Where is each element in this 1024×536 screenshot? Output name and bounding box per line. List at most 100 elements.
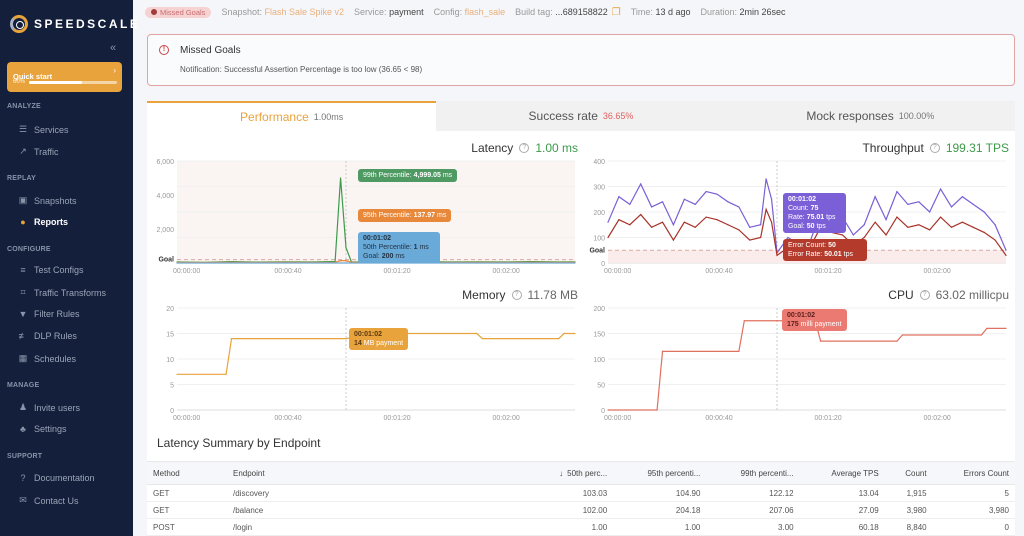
data-point [683, 198, 685, 200]
data-point [203, 262, 205, 264]
data-point [476, 332, 478, 335]
sidebar-item-traffic[interactable]: ↗ Traffic [18, 146, 58, 157]
y-tick-label: 0 [601, 261, 605, 268]
time-meta: Time: 13 d ago [631, 7, 691, 17]
column-header-label: 95th percenti... [647, 468, 701, 478]
data-point [907, 203, 909, 205]
data-point [994, 239, 996, 241]
sidebar-item-schedules[interactable]: ▦ Schedules [18, 353, 76, 364]
tooltip-unit: ms [436, 212, 447, 219]
data-point [258, 262, 260, 264]
tooltip-value: 75 [810, 205, 819, 212]
tooltip-unit: MB payment [363, 340, 404, 347]
data-point [896, 340, 898, 342]
table-cell: 102.00 [527, 501, 614, 519]
tab-mock-responses[interactable]: Mock responses 100.00% [726, 101, 1015, 131]
service-value: payment [389, 7, 424, 17]
data-point [339, 177, 342, 179]
data-point [334, 262, 336, 264]
column-header[interactable]: 99th percenti... [706, 461, 800, 485]
sidebar-item-label: Traffic Transforms [34, 287, 107, 298]
sidebar-section-support: SUPPORT [7, 453, 43, 460]
collapse-sidebar-icon[interactable]: « [110, 42, 116, 54]
tooltip-value: 50.01 [824, 251, 842, 258]
column-header[interactable]: Errors Count [932, 461, 1015, 485]
data-point [716, 193, 718, 195]
column-header[interactable]: Endpoint [227, 461, 527, 485]
throughput-tooltip-rate: 00:01:02 Count: 75 Rate: 75.01 tps Goal: 50… [783, 193, 846, 233]
tooltip-value: 75.01 [806, 214, 825, 221]
y-tick-label: 0 [170, 408, 174, 415]
data-point [972, 203, 974, 205]
data-point [885, 234, 887, 236]
y-tick-label: 5 [170, 383, 174, 390]
data-point [852, 234, 854, 236]
sidebar-item-documentation[interactable]: ? Documentation [18, 473, 94, 483]
sidebar-item-test-configs[interactable]: ≡ Test Configs [18, 265, 84, 275]
throughput-chart[interactable]: Throughput? 199.31 TPS 400 300 200 100 0 00:00… [581, 141, 1009, 281]
tab-success-rate-label: Success rate [528, 109, 598, 123]
data-point [749, 239, 751, 241]
table-cell: POST [147, 518, 227, 536]
data-point [661, 350, 664, 352]
logo[interactable]: SPEEDSCALE [10, 15, 140, 33]
tooltip-time: 00:01:02 [787, 312, 816, 319]
x-tick-label: 00:01:20 [814, 415, 841, 422]
data-point [874, 221, 876, 223]
table-row[interactable]: GET/discovery 103.03 104.90 122.12 13.04 1,91… [147, 484, 1015, 502]
column-header[interactable]: Method [147, 461, 227, 485]
config-link[interactable]: flash_sale [465, 7, 506, 17]
column-header[interactable]: Average TPS [799, 461, 885, 485]
duration-value: 2min 26sec [739, 7, 786, 17]
data-point [765, 208, 767, 211]
y-tick-label: 4,000 [156, 193, 174, 200]
sort-down-icon[interactable]: ↓ [559, 469, 563, 478]
sidebar-item-settings[interactable]: ♣ Settings [18, 424, 67, 434]
sidebar-item-label: Settings [34, 424, 67, 434]
sidebar-item-reports[interactable]: ● Reports [18, 217, 68, 227]
quick-start-button[interactable]: Quick start › 60% [7, 62, 122, 92]
cpu-chart[interactable]: CPU? 63.02 millicpu 200 150 100 50 0 00:00:00 0… [581, 288, 1009, 428]
data-point [716, 219, 718, 221]
x-tick-label: 00:02:00 [492, 415, 519, 422]
column-header[interactable]: Count [884, 461, 933, 485]
brand-name: SPEEDSCALE [34, 17, 141, 31]
table-row[interactable]: GET/balance 102.00 204.18 207.06 27.09 3,980 3… [147, 501, 1015, 519]
data-point [449, 262, 451, 264]
sidebar-item-snapshots[interactable]: ▣ Snapshots [18, 195, 77, 206]
sidebar-item-contact-us[interactable]: ✉ Contact Us [18, 495, 78, 506]
data-point [607, 409, 609, 411]
data-point [345, 260, 347, 262]
tab-performance[interactable]: Performance 1.00ms [147, 101, 437, 131]
x-tick-label: 00:02:00 [923, 415, 950, 422]
memory-chart[interactable]: Memory? 11.78 MB 20 15 10 5 0 00:00:00 00:00:40… [150, 288, 578, 428]
snapshot-link[interactable]: Flash Sale Spike v2 [264, 7, 344, 17]
column-header-label: 99th percenti... [740, 468, 794, 478]
copy-icon[interactable]: ❐ [612, 7, 621, 18]
sidebar-item-traffic-transforms[interactable]: ⌗ Traffic Transforms [18, 287, 106, 298]
sidebar-item-label: Test Configs [34, 265, 84, 275]
config-key: Config: [433, 7, 463, 17]
data-point [983, 211, 985, 213]
report-tabs: Performance 1.00ms Success rate 36.65% Moc… [147, 101, 1015, 131]
duration-key: Duration: [700, 7, 738, 17]
latency-chart[interactable]: Latency? 1.00 ms 6,000 4,000 2,000 00:00:00 0… [150, 141, 578, 281]
tooltip-time: 00:01:02 [354, 331, 383, 338]
tab-success-rate[interactable]: Success rate 36.65% [436, 101, 725, 131]
sidebar-item-invite-users[interactable]: ♟ Invite users [18, 402, 80, 413]
table-cell: 27.09 [799, 501, 885, 519]
table-row[interactable]: POST/login 1.00 1.00 3.00 60.18 8,840 0 [147, 518, 1015, 536]
settings-icon: ♣ [20, 424, 26, 434]
sidebar-item-filter-rules[interactable]: ▼ Filter Rules [18, 309, 80, 319]
quick-start-progress-fill [29, 81, 82, 84]
column-header[interactable]: 95th percenti... [613, 461, 707, 485]
column-header[interactable]: ↓ 50th perc... [527, 461, 614, 485]
sidebar-item-dlp-rules[interactable]: ≢ DLP Rules [18, 331, 77, 341]
crop-icon: ⌗ [20, 287, 26, 297]
camera-icon: ▣ [18, 195, 28, 205]
mail-icon: ✉ [19, 495, 27, 505]
memory-tooltip: 00:01:02 14 MB payment [349, 328, 409, 350]
data-point [481, 338, 483, 340]
sidebar-item-services[interactable]: ☰ Services [18, 124, 69, 135]
y-tick-label: 100 [593, 357, 605, 364]
